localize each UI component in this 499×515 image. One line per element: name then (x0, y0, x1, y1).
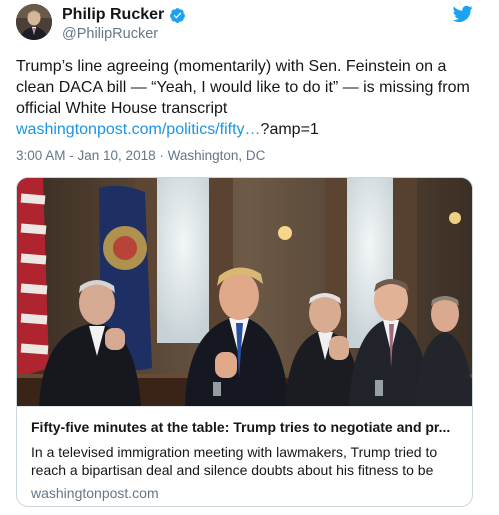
tweet-body: Trump’s line agreeing (momentarily) with… (16, 58, 470, 117)
tweet-link-tail[interactable]: ?amp=1 (261, 121, 319, 138)
card-description: In a televised immigration meeting with … (31, 444, 438, 478)
tweet-location[interactable]: Washington, DC (168, 148, 266, 163)
tweet-meta: 3:00 AM - Jan 10, 2018 · Washington, DC (16, 148, 265, 163)
meta-separator: · (159, 148, 164, 163)
card-body[interactable]: Fifty-five minutes at the table: Trump t… (17, 406, 472, 506)
article-photo (17, 178, 472, 406)
author-display-name[interactable]: Philip Rucker (62, 6, 164, 24)
tweet-timestamp[interactable]: 3:00 AM - Jan 10, 2018 (16, 148, 156, 163)
twitter-bird-icon[interactable] (453, 5, 473, 23)
tweet-text: Trump’s line agreeing (momentarily) with… (16, 56, 486, 140)
avatar-photo (16, 4, 52, 40)
link-card[interactable]: Fifty-five minutes at the table: Trump t… (16, 177, 473, 507)
card-title[interactable]: Fifty-five minutes at the table: Trump t… (31, 419, 461, 435)
avatar[interactable] (16, 4, 52, 40)
tweet-link[interactable]: washingtonpost.com/politics/fifty… (16, 121, 261, 138)
author-handle[interactable]: @PhilipRucker (62, 26, 158, 42)
verified-badge-icon (170, 7, 186, 23)
card-image[interactable] (17, 178, 472, 406)
card-domain[interactable]: washingtonpost.com (31, 485, 159, 501)
embedded-tweet: Philip Rucker @PhilipRucker Trump’s line… (0, 0, 499, 515)
author-name-row[interactable]: Philip Rucker (62, 6, 186, 24)
